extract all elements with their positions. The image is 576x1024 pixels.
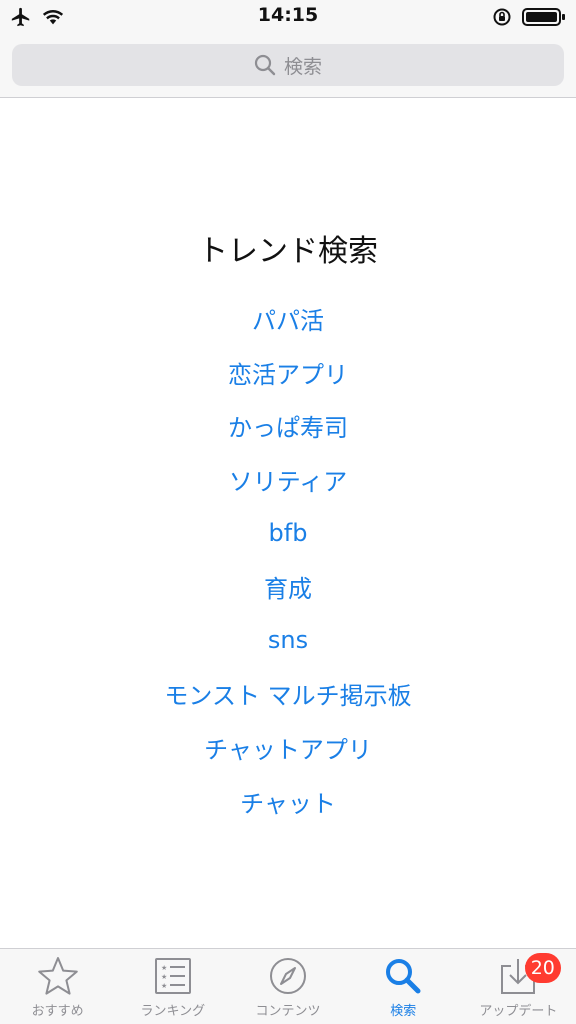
tab-ranking[interactable]: ★ ★ ★ ランキング: [115, 949, 230, 1024]
battery-icon: [522, 7, 566, 27]
airplane-mode-icon: [10, 6, 32, 28]
trend-item[interactable]: ソリティア: [0, 453, 576, 507]
tab-label: おすすめ: [31, 1004, 84, 1019]
status-right: [492, 0, 566, 34]
trend-list: パパ活 恋活アプリ かっぱ寿司 ソリティア bfb 育成 sns モンスト マル…: [0, 292, 576, 828]
trend-item[interactable]: sns: [0, 614, 576, 668]
tab-updates[interactable]: アップデート 20: [461, 949, 576, 1024]
status-left: [10, 0, 64, 34]
search-input[interactable]: 検索: [12, 44, 564, 86]
star-icon: [37, 956, 79, 996]
status-bar: 14:15: [0, 0, 576, 34]
tab-label: ランキング: [140, 1004, 206, 1019]
tab-bar: おすすめ ★ ★ ★ ランキング コンテンツ 検索 アップデート 20: [0, 948, 576, 1024]
trend-item[interactable]: 恋活アプリ: [0, 346, 576, 400]
search-icon: [383, 956, 423, 996]
svg-text:★: ★: [161, 964, 167, 972]
tab-label: アップデート: [479, 1004, 558, 1019]
search-header: 検索: [0, 34, 576, 98]
trend-item[interactable]: かっぱ寿司: [0, 399, 576, 453]
trend-title: トレンド検索: [198, 234, 378, 269]
wifi-icon: [42, 8, 64, 26]
compass-icon: [268, 956, 308, 996]
trend-item[interactable]: 育成: [0, 560, 576, 614]
tab-label: 検索: [390, 1004, 417, 1019]
tab-contents[interactable]: コンテンツ: [230, 949, 345, 1024]
trend-item[interactable]: パパ活: [0, 292, 576, 346]
search-icon: [254, 54, 276, 76]
status-time: 14:15: [257, 4, 319, 26]
tab-search[interactable]: 検索: [346, 949, 461, 1024]
trend-item[interactable]: bfb: [0, 506, 576, 560]
svg-text:★: ★: [161, 973, 167, 981]
update-count-badge: 20: [524, 953, 561, 983]
trend-item[interactable]: モンスト マルチ掲示板: [0, 667, 576, 721]
trend-item[interactable]: チャットアプリ: [0, 721, 576, 775]
trend-item[interactable]: チャット: [0, 774, 576, 828]
list-icon: ★ ★ ★: [153, 956, 193, 996]
app-store-search-screen: 14:15 検索 トレンド検索 パパ活 恋活アプリ かっぱ寿司 ソリティア bf…: [0, 0, 576, 1024]
tab-featured[interactable]: おすすめ: [0, 949, 115, 1024]
rotation-lock-icon: [492, 7, 512, 27]
search-placeholder: 検索: [283, 55, 322, 78]
svg-text:★: ★: [161, 982, 167, 990]
tab-label: コンテンツ: [255, 1004, 321, 1019]
